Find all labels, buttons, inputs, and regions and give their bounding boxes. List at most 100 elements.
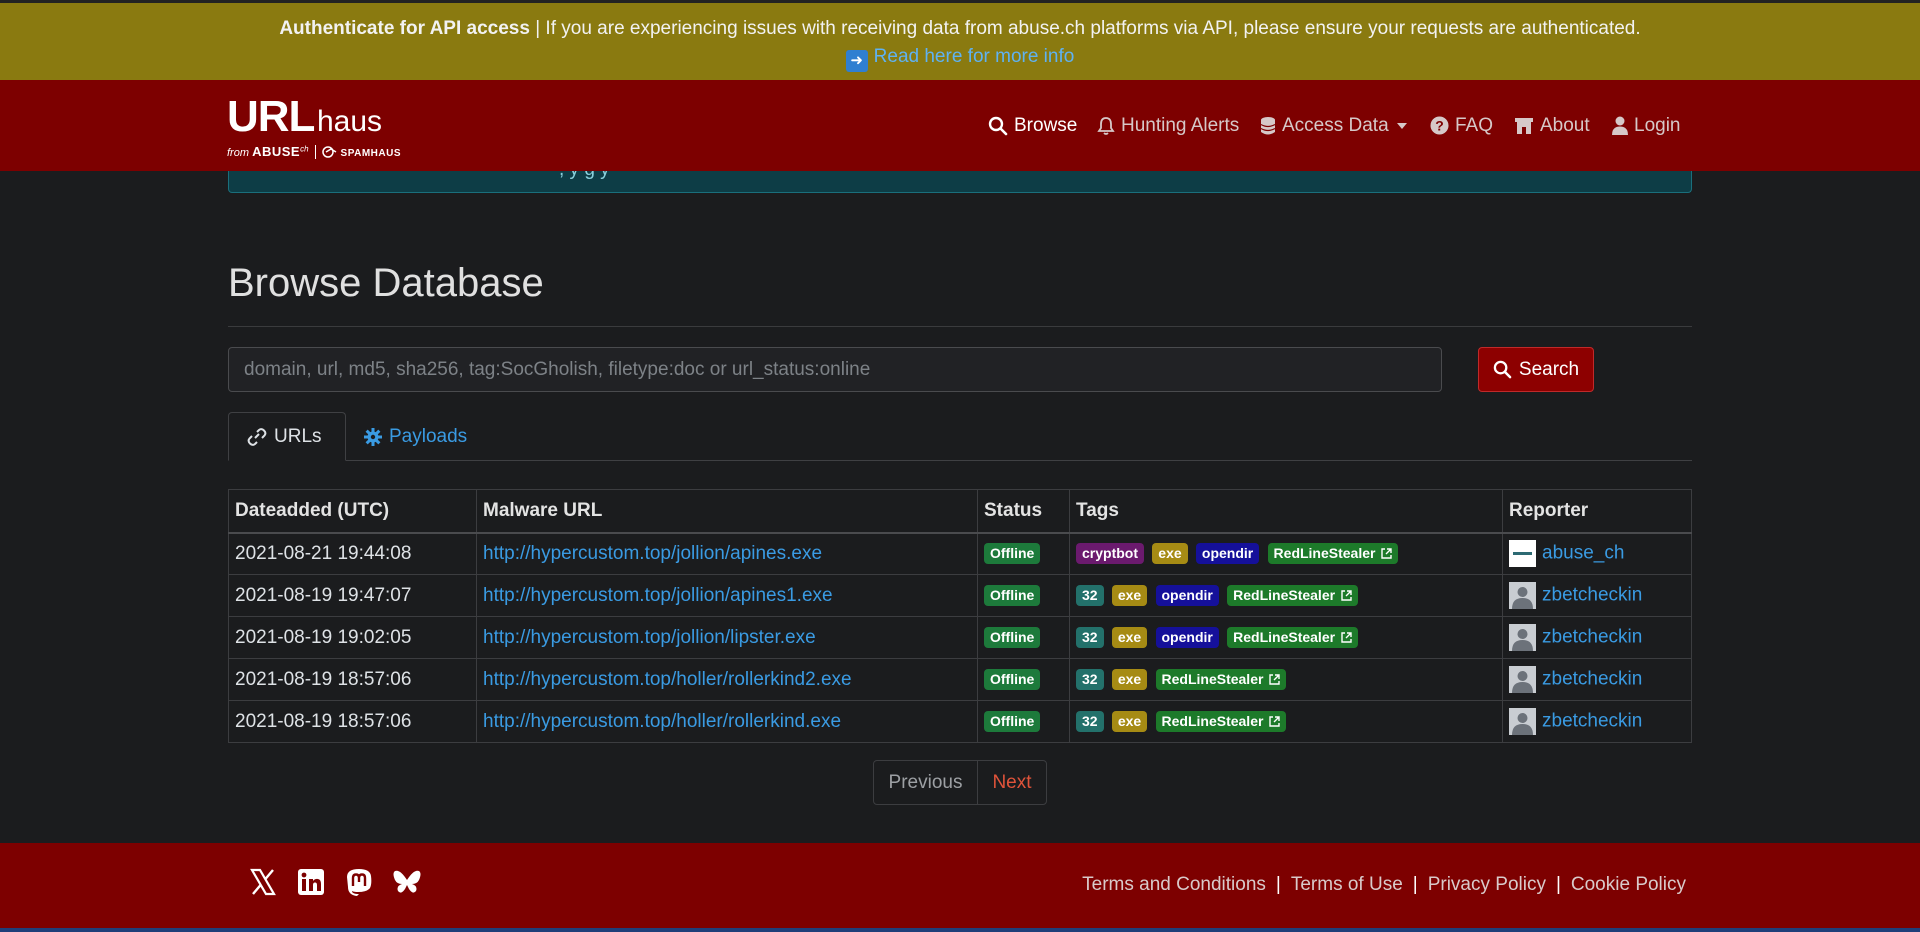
logo-url-text: URL — [227, 92, 315, 141]
table-row: 2021-08-19 18:57:06 http://hypercustom.t… — [228, 700, 1692, 743]
footer-bottom-strip — [0, 928, 1920, 932]
tab-payloads[interactable]: Payloads — [346, 412, 485, 461]
tag-badge-malpedia[interactable]: RedLineStealer — [1227, 626, 1359, 648]
nav-access-data[interactable]: Access Data — [1260, 80, 1407, 171]
malware-url-link[interactable]: http://hypercustom.top/jollion/apines1.e… — [483, 585, 833, 606]
tag-badge[interactable]: opendir — [1155, 626, 1219, 648]
header-dateadded: Dateadded (UTC) — [228, 489, 477, 534]
header-malware-url: Malware URL — [476, 489, 978, 534]
tag-badge-malpedia[interactable]: RedLineStealer — [1267, 543, 1399, 565]
cell-date: 2021-08-19 18:57:06 — [228, 658, 477, 701]
logo-divider — [314, 145, 316, 159]
header-tags: Tags — [1069, 489, 1503, 534]
pagination-previous-button[interactable]: Previous — [873, 760, 978, 805]
footer-link-cookie-policy[interactable]: Cookie Policy — [1571, 874, 1686, 895]
reporter-link[interactable]: zbetcheckin — [1542, 585, 1642, 606]
default-avatar-icon[interactable] — [1509, 624, 1536, 651]
cell-status: Offline — [977, 532, 1070, 575]
nav-about[interactable]: About — [1514, 80, 1590, 171]
default-avatar-icon[interactable] — [1509, 666, 1536, 693]
reporter-link[interactable]: abuse_ch — [1542, 543, 1624, 564]
tag-badge[interactable]: exe — [1111, 668, 1148, 690]
nav-about-label: About — [1540, 114, 1590, 136]
pagination-next-button[interactable]: Next — [977, 760, 1047, 805]
status-badge: Offline — [984, 710, 1041, 732]
malware-url-link[interactable]: http://hypercustom.top/jollion/lipster.e… — [483, 627, 816, 648]
cell-reporter: zbetcheckin — [1502, 616, 1692, 659]
search-button-label: Search — [1518, 358, 1580, 380]
cell-reporter: abuse_ch — [1502, 532, 1692, 575]
search-button[interactable]: Search — [1478, 347, 1594, 392]
logo-abuse-text: ABUSE — [252, 144, 301, 159]
nav-hunting-alerts[interactable]: Hunting Alerts — [1097, 80, 1239, 171]
tag-badge[interactable]: exe — [1111, 584, 1148, 606]
cell-tags: cryptbot exe opendir RedLineStealer — [1069, 532, 1503, 575]
reporter-link[interactable]: zbetcheckin — [1542, 669, 1642, 690]
mastodon-icon[interactable] — [344, 867, 374, 897]
info-alert-remnant: , y g y — [228, 171, 1692, 193]
tag-badge-malpedia[interactable]: RedLineStealer — [1155, 710, 1287, 732]
external-link-icon — [1381, 548, 1393, 559]
footer-separator: | — [1412, 874, 1418, 895]
cell-status: Offline — [977, 574, 1070, 617]
logo-from-line: from ABUSEch SPAMHAUS — [227, 144, 401, 159]
reporter-link[interactable]: zbetcheckin — [1542, 711, 1642, 732]
urlhaus-logo[interactable]: URL haus from ABUSEch SPAMHAUS — [227, 92, 427, 159]
banner-line-2: ➜ Read here for more info — [0, 43, 1920, 72]
nav-browse[interactable]: Browse — [988, 80, 1077, 171]
footer-separator: | — [1555, 874, 1561, 895]
default-avatar-icon[interactable] — [1509, 708, 1536, 735]
tag-label: RedLineStealer — [1161, 712, 1264, 729]
cell-tags: 32 exe RedLineStealer — [1069, 700, 1503, 743]
footer-link-terms-of-use[interactable]: Terms of Use — [1291, 874, 1403, 895]
table-row: 2021-08-19 19:47:07 http://hypercustom.t… — [228, 574, 1692, 617]
tag-badge-malpedia[interactable]: RedLineStealer — [1155, 668, 1287, 690]
banner-message: | If you are experiencing issues with re… — [535, 18, 1641, 39]
bluesky-icon[interactable] — [392, 867, 422, 897]
tag-badge[interactable]: opendir — [1155, 584, 1219, 606]
svg-text:?: ? — [1435, 118, 1444, 134]
banner-read-more-link[interactable]: Read here for more info — [874, 46, 1075, 67]
info-alert-text: , y g y — [559, 171, 610, 181]
search-input[interactable] — [228, 347, 1442, 392]
tag-badge[interactable]: exe — [1152, 543, 1188, 565]
default-avatar-icon[interactable] — [1509, 582, 1536, 609]
cell-date: 2021-08-19 19:02:05 — [228, 616, 477, 659]
linkedin-icon[interactable] — [296, 867, 326, 897]
tab-urls[interactable]: URLs — [228, 412, 346, 461]
x-icon[interactable] — [248, 867, 278, 897]
cell-date: 2021-08-21 19:44:08 — [228, 532, 477, 575]
search-icon — [1493, 360, 1512, 379]
tag-badge[interactable]: opendir — [1195, 543, 1260, 565]
footer-link-privacy-policy[interactable]: Privacy Policy — [1428, 874, 1546, 895]
tag-badge[interactable]: 32 — [1076, 584, 1104, 606]
nav-login-label: Login — [1634, 114, 1681, 136]
reporter-link[interactable]: zbetcheckin — [1542, 627, 1642, 648]
malware-url-link[interactable]: http://hypercustom.top/holler/rollerkind… — [483, 669, 852, 690]
footer-link-terms-conditions[interactable]: Terms and Conditions — [1082, 874, 1266, 895]
cell-status: Offline — [977, 700, 1070, 743]
nav-login[interactable]: Login — [1612, 80, 1681, 171]
table-row: 2021-08-19 19:02:05 http://hypercustom.t… — [228, 616, 1692, 659]
abuse-ch-avatar[interactable] — [1509, 540, 1536, 568]
header-reporter: Reporter — [1502, 489, 1692, 534]
malware-url-link[interactable]: http://hypercustom.top/holler/rollerkind… — [483, 711, 841, 732]
cell-date: 2021-08-19 18:57:06 — [228, 700, 477, 743]
table-header-row: Dateadded (UTC) Malware URL Status Tags … — [228, 489, 1692, 534]
tab-urls-label: URLs — [274, 425, 322, 447]
tag-badge[interactable]: exe — [1111, 710, 1148, 732]
malware-url-link[interactable]: http://hypercustom.top/jollion/apines.ex… — [483, 543, 822, 564]
status-badge: Offline — [984, 626, 1041, 648]
tag-badge[interactable]: cryptbot — [1076, 543, 1144, 565]
tag-badge[interactable]: 32 — [1076, 710, 1104, 732]
cell-reporter: zbetcheckin — [1502, 574, 1692, 617]
tag-badge[interactable]: 32 — [1076, 668, 1104, 690]
banner-line-1: Authenticate for API access | If you are… — [0, 15, 1920, 43]
nav-faq-label: FAQ — [1455, 114, 1494, 136]
cell-date: 2021-08-19 19:47:07 — [228, 574, 477, 617]
nav-faq[interactable]: ? FAQ — [1430, 80, 1493, 171]
tag-badge-malpedia[interactable]: RedLineStealer — [1227, 584, 1359, 606]
nav-access-data-label: Access Data — [1282, 114, 1389, 136]
tag-badge[interactable]: 32 — [1076, 626, 1104, 648]
tag-badge[interactable]: exe — [1111, 626, 1148, 648]
